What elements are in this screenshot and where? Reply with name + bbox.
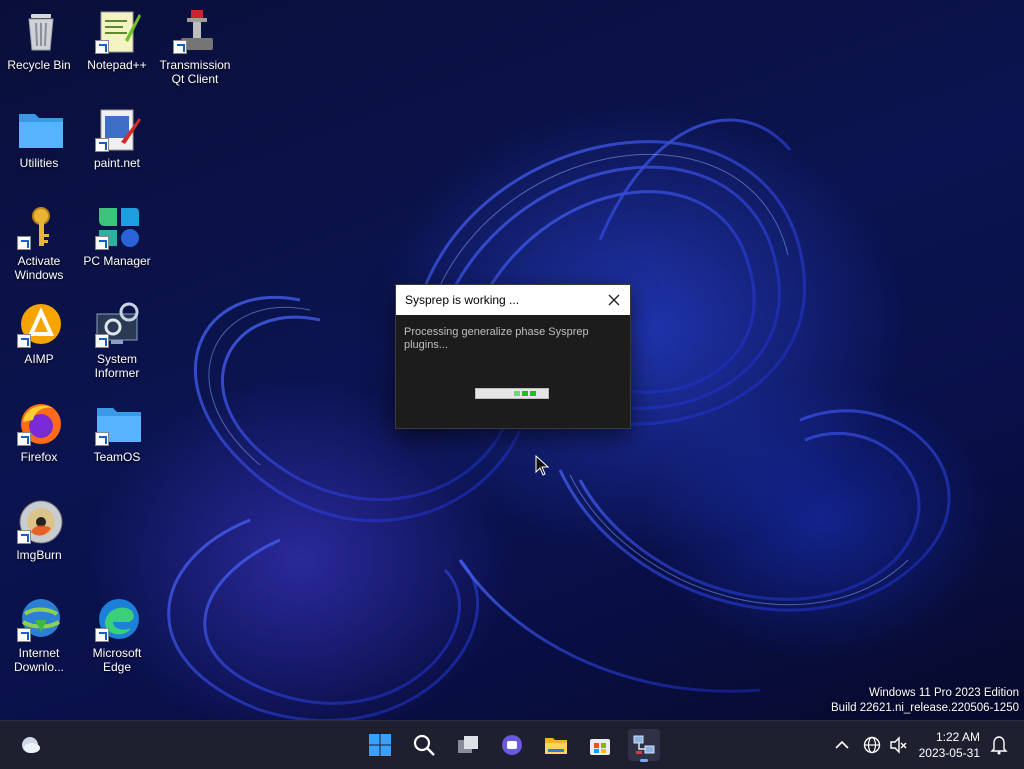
desktop-icon-label: Activate Windows [14, 254, 64, 282]
pc-manager-icon [95, 204, 143, 250]
shortcut-arrow-icon [173, 40, 187, 54]
aimp-icon [17, 302, 65, 348]
desktop-icon-label: System Informer [94, 352, 140, 380]
desktop-icon-label: AIMP [24, 352, 54, 366]
desktop-icon-system-informer[interactable]: System Informer [79, 294, 155, 384]
tray-overflow-button[interactable] [828, 729, 856, 761]
watermark-edition: Windows 11 Pro 2023 Edition [868, 687, 1019, 699]
shortcut-arrow-icon [95, 628, 109, 642]
progress-segment [514, 391, 520, 396]
desktop-icon-aimp[interactable]: AIMP [1, 294, 77, 384]
desktop-icon-label: Recycle Bin [7, 58, 71, 72]
chevron-up-icon [835, 740, 849, 749]
desktop-icon-label: Firefox [20, 450, 58, 464]
edge-icon [95, 596, 143, 642]
transmission-icon [173, 8, 221, 54]
shortcut-arrow-icon [17, 432, 31, 446]
progress-segment [530, 391, 536, 396]
sysprep-dialog: Sysprep is working ... Processing genera… [395, 284, 631, 429]
taskbar: 1:22 AM 2023-05-31 [0, 720, 1024, 769]
desktop-icon-label: TeamOS [93, 450, 141, 464]
desktop-icon-label: Utilities [19, 156, 59, 170]
shortcut-arrow-icon [95, 40, 109, 54]
search-icon [413, 734, 435, 756]
network-globe-icon [863, 736, 881, 754]
taskbar-task-view-button[interactable] [452, 729, 484, 761]
tray-volume-button[interactable] [884, 729, 910, 761]
progress-bar [475, 388, 549, 399]
shortcut-arrow-icon [95, 138, 109, 152]
firefox-icon [17, 400, 65, 446]
taskbar-store-button[interactable] [584, 729, 616, 761]
desktop-icon-label: Internet Downlo... [13, 646, 65, 674]
desktop-icon-internet-download[interactable]: Internet Downlo... [1, 588, 77, 678]
shortcut-arrow-icon [17, 334, 31, 348]
close-icon [608, 294, 620, 306]
taskbar-search-button[interactable] [408, 729, 440, 761]
mouse-pointer-icon [535, 455, 550, 476]
file-explorer-icon [545, 738, 567, 754]
paint-icon [95, 106, 143, 152]
taskbar-clock[interactable]: 1:22 AM 2023-05-31 [919, 729, 980, 761]
dialog-title: Sysprep is working ... [405, 293, 520, 307]
folder-icon [95, 400, 143, 446]
clock-date: 2023-05-31 [918, 746, 980, 760]
desktop-icon-pc-manager[interactable]: PC Manager [79, 196, 155, 286]
volume-muted-icon [890, 736, 907, 754]
desktop-icon-notepadpp[interactable]: Notepad++ [79, 0, 155, 90]
desktop-icon-label: Notepad++ [87, 58, 147, 72]
globe-download-icon [17, 596, 65, 642]
notification-bell-icon [990, 736, 1008, 755]
shortcut-arrow-icon [17, 628, 31, 642]
desktop-icon-activate-windows[interactable]: Activate Windows [1, 196, 77, 286]
desktop-icon-label: ImgBurn [16, 548, 62, 562]
disc-icon [17, 498, 65, 544]
shortcut-arrow-icon [17, 530, 31, 544]
notifications-button[interactable] [985, 729, 1011, 761]
desktop-icon-label: Transmission Qt Client [159, 58, 231, 86]
weather-cloud-icon [22, 737, 40, 753]
desktop-icon-microsoft-edge[interactable]: Microsoft Edge [79, 588, 155, 678]
desktop-icon-imgburn[interactable]: ImgBurn [1, 490, 77, 580]
clock-time: 1:22 AM [935, 730, 980, 744]
gear-monitor-icon [95, 302, 143, 348]
folder-icon [17, 106, 65, 152]
desktop-icon-label: Microsoft Edge [92, 646, 142, 674]
dialog-titlebar[interactable]: Sysprep is working ... [396, 285, 630, 315]
shortcut-arrow-icon [95, 432, 109, 446]
close-button[interactable] [598, 285, 630, 315]
key-icon [17, 204, 65, 250]
desktop-icon-teamos[interactable]: TeamOS [79, 392, 155, 482]
store-icon [590, 739, 610, 755]
shortcut-arrow-icon [95, 334, 109, 348]
watermark-build: Build 22621.ni_release.220506-1250 [831, 702, 1019, 714]
taskbar-start-button[interactable] [364, 729, 396, 761]
teams-chat-icon [502, 735, 522, 755]
shortcut-arrow-icon [17, 236, 31, 250]
shortcut-arrow-icon [95, 236, 109, 250]
taskbar-file-explorer-button[interactable] [540, 729, 572, 761]
task-view-icon [458, 736, 478, 753]
desktop-icon-firefox[interactable]: Firefox [1, 392, 77, 482]
tray-network-button[interactable] [858, 729, 884, 761]
notepad-icon [95, 8, 143, 54]
desktop-icon-paintnet[interactable]: paint.net [79, 98, 155, 188]
sysprep-icon [633, 735, 655, 754]
edition-watermark: Windows 11 Pro 2023 Edition Build 22621.… [831, 686, 1019, 716]
desktop-icon-transmission[interactable]: Transmission Qt Client [157, 0, 233, 90]
start-icon [369, 734, 391, 756]
desktop-icon-utilities[interactable]: Utilities [1, 98, 77, 188]
desktop-icon-label: paint.net [93, 156, 141, 170]
progress-segment [522, 391, 528, 396]
taskbar-chat-button[interactable] [496, 729, 528, 761]
desktop-icon-recycle-bin[interactable]: Recycle Bin [1, 0, 77, 90]
active-app-indicator [640, 759, 648, 762]
desktop-icon-label: PC Manager [83, 254, 151, 268]
taskbar-sysprep-button[interactable] [628, 729, 660, 762]
recycle-bin-icon [17, 8, 65, 54]
dialog-message: Processing generalize phase Sysprep plug… [404, 326, 589, 351]
widgets-button[interactable] [14, 729, 46, 761]
